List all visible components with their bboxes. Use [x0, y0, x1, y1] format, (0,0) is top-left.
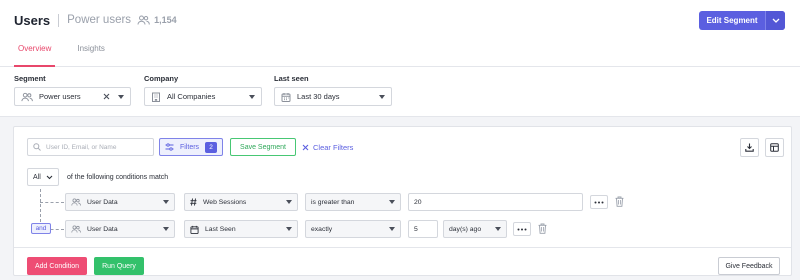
chevron-down-icon: [46, 175, 53, 180]
company-select[interactable]: All Companies: [144, 87, 262, 106]
columns-button[interactable]: [765, 138, 784, 157]
page-title: Users: [14, 12, 51, 28]
condition-connector-line: [40, 189, 41, 227]
company-filter-label: Company: [144, 74, 179, 83]
users-icon: [71, 198, 81, 206]
users-icon: [137, 15, 150, 25]
condition-value-input[interactable]: 5: [408, 220, 438, 238]
condition-unit-value: day(s) ago: [449, 225, 482, 233]
more-options-button[interactable]: [513, 222, 531, 236]
trash-icon[interactable]: [538, 223, 547, 234]
ellipsis-icon: [594, 201, 604, 204]
building-icon: [151, 92, 161, 102]
title-row: Users Power users 1,154: [14, 11, 177, 29]
calendar-icon: [190, 225, 199, 234]
caret-down-icon: [286, 227, 292, 231]
calendar-icon: [281, 92, 291, 102]
condition-operator-value: exactly: [311, 225, 333, 233]
page-header: Users Power users 1,154 Edit Segment Ove…: [0, 0, 800, 67]
edit-segment-label[interactable]: Edit Segment: [699, 11, 765, 30]
last-seen-filter-label: Last seen: [274, 74, 309, 83]
clear-filters-button[interactable]: Clear Filters: [302, 138, 353, 156]
ellipsis-icon: [517, 228, 527, 231]
segment-select[interactable]: Power users: [14, 87, 131, 106]
caret-down-icon: [249, 94, 255, 99]
trash-icon[interactable]: [615, 196, 624, 207]
condition-source-value: User Data: [87, 225, 118, 233]
match-mode-select[interactable]: All: [27, 168, 59, 186]
save-segment-button[interactable]: Save Segment: [230, 138, 296, 156]
caret-down-icon: [389, 200, 395, 204]
company-select-value: All Companies: [167, 92, 216, 101]
query-builder-card: Filters 2 Save Segment Clear Filters All…: [13, 126, 792, 276]
users-icon: [71, 225, 81, 233]
filters-button[interactable]: Filters 2: [159, 138, 223, 156]
search-icon: [33, 143, 41, 151]
match-text: of the following conditions match: [67, 173, 169, 181]
query-footer: Add Condition Run Query Give Feedback: [14, 247, 791, 276]
caret-down-icon: [495, 227, 501, 231]
close-icon[interactable]: [103, 93, 110, 100]
tab-bar: Overview Insights: [14, 42, 127, 67]
caret-down-icon: [379, 94, 385, 99]
chevron-down-icon[interactable]: [765, 11, 785, 30]
condition-field-select[interactable]: Web Sessions: [184, 193, 298, 211]
caret-down-icon: [118, 94, 124, 99]
user-search[interactable]: [27, 138, 154, 156]
give-feedback-button[interactable]: Give Feedback: [718, 257, 780, 275]
match-row: All of the following conditions match: [27, 168, 168, 186]
filter-bar: Segment Power users Company All Companie…: [0, 67, 800, 117]
last-seen-select-value: Last 30 days: [297, 92, 340, 101]
hash-icon: [190, 198, 197, 206]
download-icon: [745, 143, 754, 152]
condition-value-text: 5: [414, 225, 418, 233]
users-icon: [21, 92, 33, 102]
run-query-button[interactable]: Run Query: [94, 257, 144, 275]
tab-overview[interactable]: Overview: [14, 42, 56, 67]
condition-field-value: Last Seen: [205, 225, 236, 233]
company-filter: Company All Companies: [144, 74, 262, 106]
add-condition-button[interactable]: Add Condition: [27, 257, 87, 275]
condition-operator-select[interactable]: exactly: [305, 220, 401, 238]
sliders-icon: [165, 143, 174, 151]
match-mode-value: All: [33, 173, 41, 181]
condition-value-text: 20: [414, 198, 422, 206]
edit-segment-button[interactable]: Edit Segment: [699, 11, 785, 30]
condition-field-value: Web Sessions: [203, 198, 247, 206]
condition-source-select[interactable]: User Data: [65, 220, 175, 238]
condition-operator-value: is greater than: [311, 198, 355, 206]
close-icon: [302, 144, 309, 151]
table-columns-icon: [770, 143, 779, 152]
condition-operator-select[interactable]: is greater than: [305, 193, 401, 211]
segment-filter: Segment Power users: [14, 74, 131, 106]
condition-source-select[interactable]: User Data: [65, 193, 175, 211]
last-seen-select[interactable]: Last 30 days: [274, 87, 392, 106]
tab-insights[interactable]: Insights: [73, 42, 109, 66]
caret-down-icon: [286, 200, 292, 204]
segment-filter-label: Segment: [14, 74, 46, 83]
filters-count-badge: 2: [205, 141, 217, 153]
condition-source-value: User Data: [87, 198, 118, 206]
condition-field-select[interactable]: Last Seen: [184, 220, 298, 238]
clear-filters-label: Clear Filters: [313, 142, 354, 152]
filters-button-label: Filters: [180, 143, 200, 151]
and-joiner[interactable]: and: [31, 223, 51, 234]
search-input[interactable]: [46, 143, 146, 151]
download-button[interactable]: [740, 138, 759, 157]
user-count: 1,154: [154, 15, 177, 25]
caret-down-icon: [163, 200, 169, 204]
condition-value-input[interactable]: 20: [408, 193, 583, 211]
segment-select-value: Power users: [39, 92, 81, 101]
condition-connector-tick: [40, 202, 64, 203]
condition-unit-select[interactable]: day(s) ago: [443, 220, 507, 238]
more-options-button[interactable]: [590, 195, 608, 209]
caret-down-icon: [389, 227, 395, 231]
title-divider: [58, 13, 60, 27]
segment-name: Power users: [67, 14, 132, 26]
last-seen-filter: Last seen Last 30 days: [274, 74, 392, 106]
caret-down-icon: [163, 227, 169, 231]
